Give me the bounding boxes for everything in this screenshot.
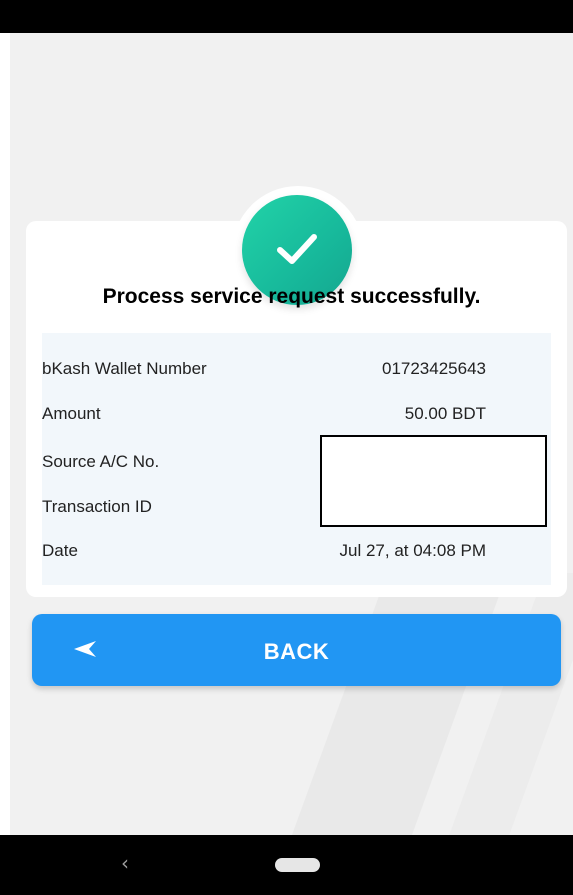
success-screen: Process service request successfully. bK… [10,33,573,835]
nav-back-icon[interactable]: ‹ [121,851,129,875]
back-button-label: BACK [263,639,330,664]
redaction-box [320,435,547,527]
back-button[interactable]: BACK [32,614,561,686]
check-icon [277,234,317,264]
detail-value: 50.00 BDT [404,404,486,423]
success-title: Process service request successfully. [102,285,481,308]
status-bar [0,0,573,33]
detail-label: bKash Wallet Number [42,359,207,378]
detail-row-wallet: bKash Wallet Number 01723425643 [42,359,486,383]
detail-label: Amount [42,404,101,423]
detail-value: 01723425643 [381,359,486,378]
system-nav-bar: ‹ [0,835,573,895]
detail-label: Source A/C No. [42,452,160,471]
detail-label: Transaction ID [42,497,152,516]
home-pill-icon[interactable] [275,858,320,872]
app-root: Process service request successfully. bK… [0,0,573,895]
detail-value: Jul 27, at 04:08 PM [339,541,486,560]
detail-row-amount: Amount 50.00 BDT [42,404,486,428]
detail-row-date: Date Jul 27, at 04:08 PM [42,541,486,565]
detail-label: Date [42,541,78,560]
